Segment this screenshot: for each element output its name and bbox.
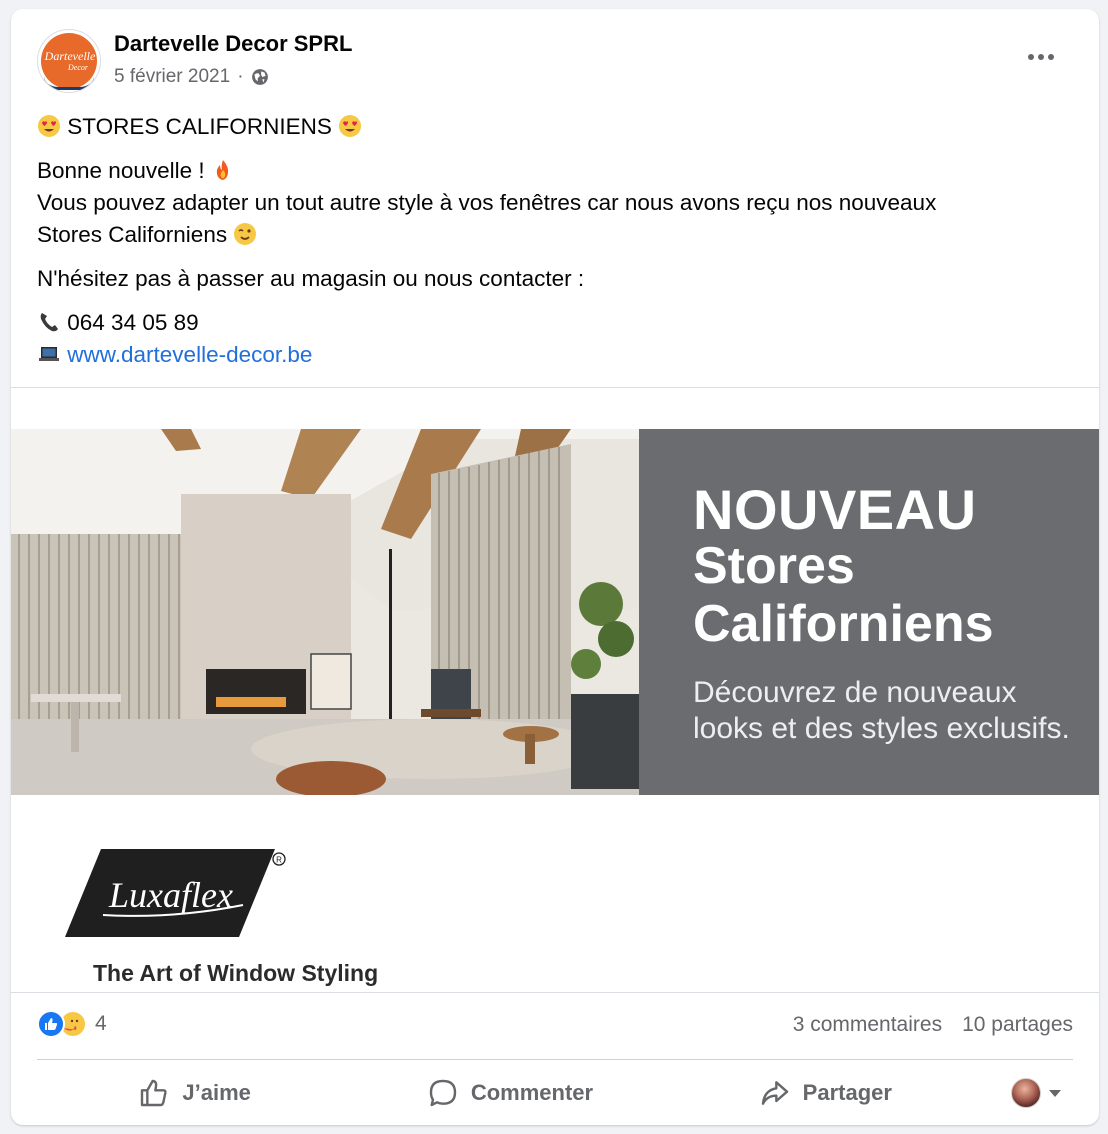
meta-separator: ·	[237, 66, 244, 87]
reaction-count: 4	[95, 1012, 107, 1035]
banner-subline: Stores Californiens	[693, 537, 994, 653]
content-divider	[11, 387, 1099, 388]
banner-subline-1: Stores	[693, 537, 855, 595]
like-button[interactable]: J’aime	[37, 1069, 352, 1117]
comment-button[interactable]: Commenter	[352, 1069, 667, 1117]
banner-headline: NOUVEAU	[693, 478, 977, 541]
post-image[interactable]: NOUVEAU Stores Californiens Découvrez de…	[11, 429, 1099, 795]
luxaflex-logo: Luxaflex R	[65, 849, 286, 937]
actions-divider	[37, 1059, 1073, 1060]
post-title-line: STORES CALIFORNIENS	[37, 111, 1077, 143]
heart-eyes-emoji-icon	[38, 115, 60, 137]
more-options-button[interactable]	[1023, 45, 1059, 69]
user-avatar	[1010, 1078, 1041, 1108]
banner-text-panel: NOUVEAU Stores Californiens Découvrez de…	[639, 429, 1099, 795]
share-arrow-icon	[761, 1081, 788, 1105]
phone-number: 064 34 05 89	[67, 310, 199, 335]
dot-icon	[1038, 54, 1044, 60]
dot-icon	[1028, 54, 1034, 60]
reactions-summary[interactable]: 4	[37, 1010, 107, 1038]
like-label: J’aime	[182, 1080, 251, 1105]
banner-tagline-1: Découvrez de nouveaux	[693, 676, 1017, 709]
post-message: STORES CALIFORNIENS Bonne nouvelle ! Vou…	[37, 111, 1077, 383]
banner-tagline: Découvrez de nouveaux looks et des style…	[693, 675, 1070, 747]
laptop-icon	[39, 347, 59, 361]
share-label: Partager	[802, 1080, 892, 1105]
living-room-illustration	[11, 429, 639, 795]
wink-emoji-icon	[234, 223, 257, 245]
chevron-down-icon	[1048, 1089, 1061, 1097]
phone-icon	[40, 313, 58, 332]
contact-line: N'hésitez pas à passer au magasin ou nou…	[37, 266, 585, 291]
banner-subline-2: Californiens	[693, 595, 994, 653]
comment-icon	[429, 1079, 457, 1107]
brand-slogan: The Art of Window Styling	[93, 960, 379, 986]
banner-tagline-2: looks et des styles exclusifs.	[693, 712, 1070, 745]
page-avatar[interactable]: Dartevelle Decor	[37, 29, 101, 93]
share-button[interactable]: Partager	[668, 1069, 983, 1117]
shares-count-link[interactable]: 10 partages	[962, 1013, 1073, 1037]
contact-details: 064 34 05 89 www.dartevelle-decor.be	[37, 307, 1077, 371]
action-bar: J’aime Commenter Partager	[37, 1067, 1073, 1119]
website-link[interactable]: www.dartevelle-decor.be	[67, 342, 312, 367]
avatar-logo-text: Dartevelle	[44, 49, 96, 63]
post-card: Dartevelle Decor Dartevelle Decor SPRL 5…	[11, 9, 1099, 1125]
comment-label: Commenter	[470, 1080, 594, 1105]
engagement-stats: 3 commentaires 10 partages	[793, 1013, 1073, 1037]
post-body: Bonne nouvelle ! Vous pouvez adapter un …	[37, 155, 1077, 251]
heart-eyes-emoji-icon	[339, 115, 362, 137]
like-reaction-icon	[37, 1010, 65, 1038]
post-meta: 5 février 2021 ·	[114, 66, 269, 88]
react-as-selector[interactable]	[983, 1078, 1073, 1108]
interior-photo	[11, 429, 639, 795]
dot-icon	[1048, 54, 1054, 60]
avatar-logo-subtext: Decor	[68, 63, 88, 72]
globe-icon	[251, 69, 268, 85]
comments-count-link[interactable]: 3 commentaires	[793, 1013, 942, 1037]
body-line-1: Vous pouvez adapter un tout autre style …	[37, 190, 937, 215]
avatar-swoosh	[44, 76, 94, 90]
thumbs-up-icon	[141, 1079, 168, 1107]
page-name-link[interactable]: Dartevelle Decor SPRL	[114, 31, 352, 57]
post-title-text: STORES CALIFORNIENS	[67, 114, 332, 139]
body-line-2: Stores Californiens	[37, 222, 228, 247]
svg-text:R: R	[276, 856, 282, 865]
post-date[interactable]: 5 février 2021	[114, 66, 230, 88]
news-line: Bonne nouvelle !	[37, 158, 205, 183]
image-divider	[11, 992, 1099, 993]
fire-emoji-icon	[216, 160, 229, 180]
